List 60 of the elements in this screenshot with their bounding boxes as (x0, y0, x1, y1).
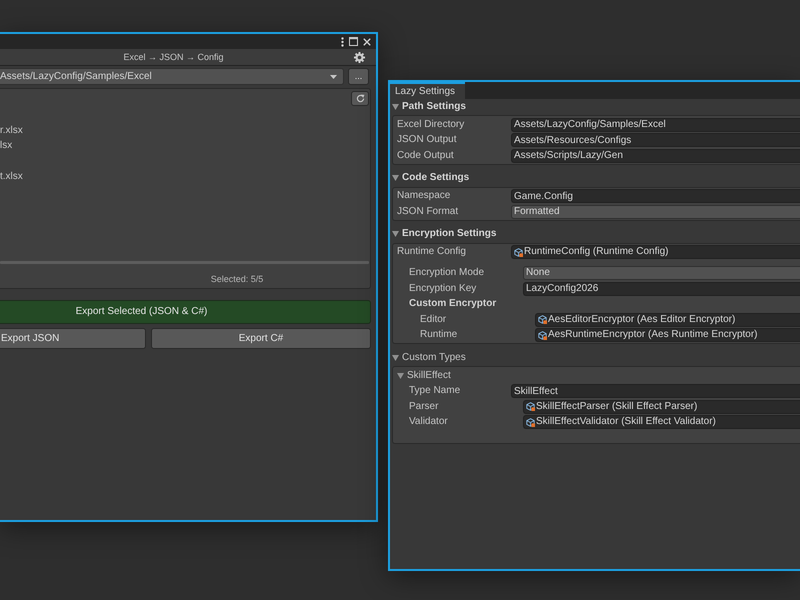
object-field[interactable]: AesEditorEncryptor (Aes Editor Encryptor) (535, 312, 800, 327)
cube-icon (538, 315, 547, 324)
settings-icon (354, 52, 364, 62)
foldout-header[interactable]: Path Settings (392, 99, 800, 114)
foldout-header[interactable]: Encryption Settings (392, 226, 800, 242)
file-name[interactable]: t.xlsx (0, 171, 23, 184)
field-label: Type Name (409, 385, 460, 396)
field-label: Parser (409, 400, 438, 412)
text-field[interactable]: Assets/LazyConfig/Samples/Excel (511, 118, 800, 132)
field-label: JSON Output (397, 134, 456, 146)
foldout-header[interactable]: Code Settings (392, 170, 800, 186)
foldout-header[interactable]: Custom Types (392, 350, 800, 365)
caret-icon (330, 74, 337, 78)
text-field[interactable]: Assets/Resources/Configs (511, 133, 800, 148)
cube-icon (526, 402, 535, 412)
export-button[interactable]: Export Selected (JSON & C#) (0, 300, 371, 324)
text-field[interactable]: Assets/Scripts/Lazy/Gen (511, 148, 800, 163)
field-label: Encryption Key (409, 282, 476, 294)
file-name[interactable]: r.xlsx (0, 124, 23, 137)
export-button[interactable]: Export C# (151, 328, 371, 349)
foldout-header[interactable]: SkillEffect (397, 370, 451, 382)
field-label: Runtime (420, 329, 458, 340)
text-field[interactable]: SkillEffect (511, 384, 800, 398)
path-dropdown[interactable]: Assets/LazyConfig/Samples/Excel (0, 68, 344, 85)
object-field[interactable]: SkillEffectParser (Skill Effect Parser) (523, 400, 800, 414)
dropdown[interactable]: None (523, 266, 800, 280)
expanded-arrow-icon[interactable] (392, 231, 399, 237)
object-field[interactable]: RuntimeConfig (Runtime Config) (511, 245, 800, 260)
cube-icon (514, 248, 523, 257)
refresh-button[interactable] (351, 91, 369, 106)
text-field[interactable]: Game.Config (511, 189, 800, 204)
maximize-icon[interactable] (349, 37, 358, 46)
expanded-arrow-icon[interactable] (392, 175, 399, 181)
text-field[interactable]: LazyConfig2026 (523, 282, 800, 296)
browse-button[interactable]: ... (348, 68, 369, 85)
field-label: Validator (409, 416, 448, 428)
field-label: Namespace (397, 190, 450, 202)
expanded-arrow-icon[interactable] (397, 372, 404, 379)
window-tab[interactable]: Lazy Settings (390, 82, 466, 99)
cube-icon (526, 418, 535, 427)
group-label: Custom Encryptor (409, 298, 496, 310)
more-options-icon[interactable] (341, 36, 344, 46)
export-button[interactable]: Export JSON (0, 328, 146, 349)
expanded-arrow-icon[interactable] (392, 104, 399, 110)
selection-status: Selected: 5/5 (210, 274, 264, 284)
field-label: Editor (420, 314, 446, 325)
file-name[interactable]: lsx (0, 140, 12, 152)
field-label: Code Output (397, 150, 454, 161)
object-field[interactable]: SkillEffectValidator (Skill Effect Validator) (523, 415, 800, 430)
field-label: Encryption Mode (409, 267, 484, 278)
field-label: Excel Directory (397, 118, 464, 130)
expanded-arrow-icon[interactable] (392, 354, 399, 360)
object-field[interactable]: AesRuntimeEncryptor (Aes Runtime Encryptor) (535, 328, 800, 342)
cube-icon (538, 330, 547, 340)
close-icon[interactable] (363, 38, 371, 46)
field-label: JSON Format (397, 206, 458, 217)
toolbar-title: Excel → JSON → Config (123, 52, 224, 62)
dropdown[interactable]: Formatted (511, 204, 800, 219)
field-label: Runtime Config (397, 246, 466, 258)
refresh-icon (356, 94, 364, 103)
